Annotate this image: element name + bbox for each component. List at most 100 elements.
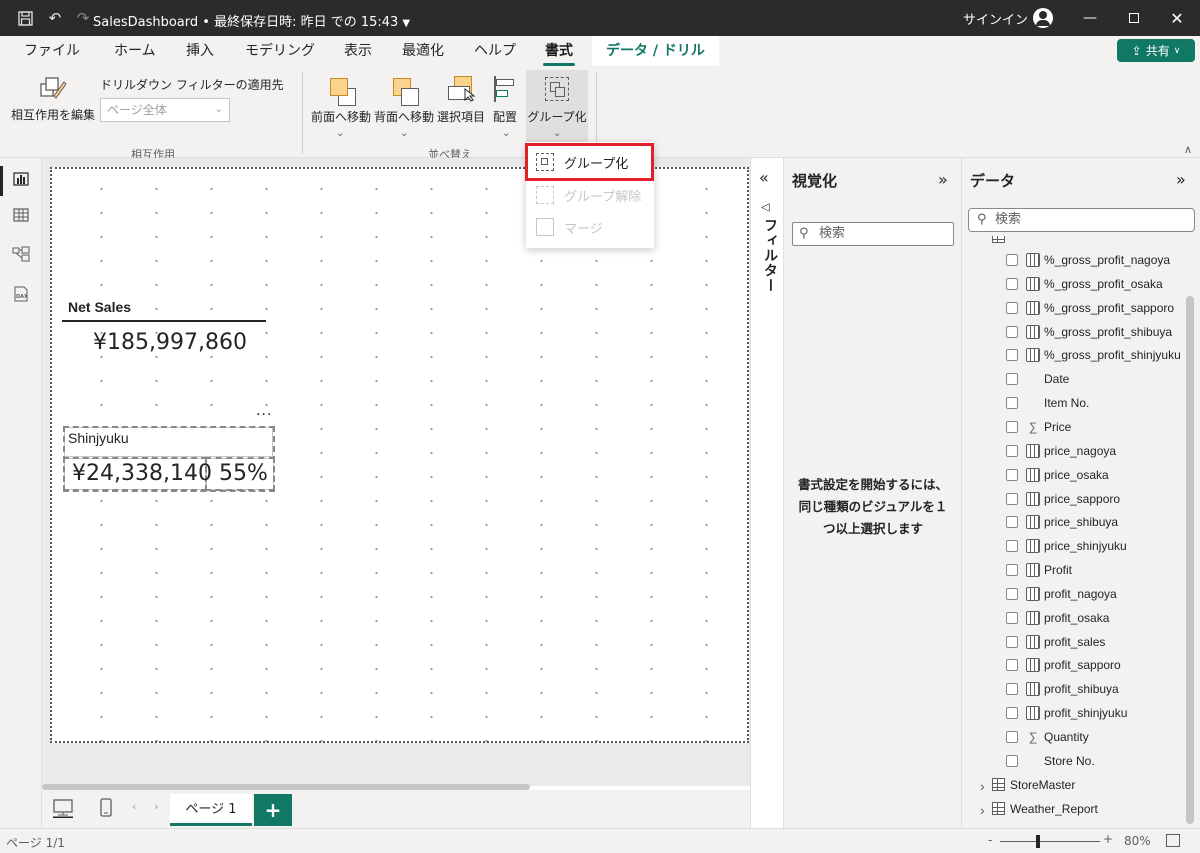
- field-row[interactable]: %_gross_profit_osaka: [962, 272, 1186, 296]
- close-button[interactable]: ✕: [1154, 0, 1200, 36]
- field-row[interactable]: price_osaka: [962, 463, 1186, 487]
- page-tab-1[interactable]: ページ 1: [170, 794, 252, 826]
- chevron-right-icon[interactable]: ›: [980, 778, 985, 794]
- field-checkbox[interactable]: [1006, 468, 1018, 481]
- bring-forward-button[interactable]: 前面へ移動: [310, 74, 372, 125]
- zoom-slider-handle[interactable]: [1036, 835, 1040, 848]
- collapse-ribbon-icon[interactable]: ∧: [1184, 143, 1192, 156]
- minimize-button[interactable]: —: [1067, 0, 1113, 36]
- field-checkbox[interactable]: [1006, 301, 1018, 314]
- chevron-down-icon[interactable]: ⌄: [400, 128, 408, 139]
- field-row[interactable]: profit_sales: [962, 630, 1186, 654]
- zoom-level[interactable]: 80%: [1124, 834, 1151, 848]
- tab-file[interactable]: ファイル: [24, 40, 80, 66]
- field-checkbox[interactable]: [1006, 492, 1018, 505]
- table-row[interactable]: › Weather_Report: [962, 797, 1186, 821]
- field-row[interactable]: price_shinjyuku: [962, 534, 1186, 558]
- edit-interactions-button[interactable]: 相互作用を編集: [8, 74, 98, 123]
- expand-filter-icon[interactable]: «: [759, 168, 769, 187]
- report-view-icon[interactable]: [0, 166, 32, 196]
- field-checkbox[interactable]: [1006, 444, 1018, 457]
- zoom-in-button[interactable]: +: [1103, 832, 1113, 846]
- fit-to-page-icon[interactable]: [1166, 834, 1180, 847]
- field-checkbox[interactable]: [1006, 731, 1018, 743]
- field-checkbox[interactable]: [1006, 587, 1018, 600]
- zoom-slider[interactable]: [1000, 841, 1100, 842]
- field-row[interactable]: Date: [962, 367, 1186, 391]
- field-row[interactable]: Item No.: [962, 391, 1186, 415]
- field-checkbox[interactable]: [1006, 754, 1018, 767]
- field-row[interactable]: profit_sapporo: [962, 653, 1186, 677]
- field-row[interactable]: profit_shinjyuku: [962, 701, 1186, 725]
- collapse-data-icon[interactable]: »: [1176, 170, 1186, 189]
- field-checkbox[interactable]: [1006, 397, 1018, 410]
- desktop-layout-icon[interactable]: [52, 798, 74, 821]
- tab-modeling[interactable]: モデリング: [245, 40, 315, 66]
- menu-item-merge[interactable]: マージ: [536, 212, 603, 242]
- field-checkbox[interactable]: [1006, 325, 1018, 338]
- add-page-button[interactable]: +: [254, 794, 292, 826]
- field-checkbox[interactable]: [1006, 635, 1018, 648]
- share-button[interactable]: ⇪ 共有 ∨: [1117, 39, 1195, 62]
- menu-item-ungroup[interactable]: グループ解除: [536, 180, 641, 210]
- field-row[interactable]: price_sapporo: [962, 487, 1186, 511]
- filter-pane-label[interactable]: フィルター: [760, 218, 780, 293]
- field-checkbox[interactable]: [1006, 254, 1018, 266]
- model-view-icon[interactable]: [10, 246, 32, 268]
- card-net-sales-value[interactable]: ¥185,997,860: [93, 330, 247, 355]
- group-button[interactable]: グループ化: [526, 74, 588, 125]
- visualization-search-input[interactable]: ⚲ 検索: [792, 222, 954, 246]
- field-checkbox[interactable]: [1006, 564, 1018, 577]
- mobile-layout-icon[interactable]: [100, 798, 112, 821]
- next-page-icon[interactable]: ›: [154, 800, 158, 813]
- field-checkbox[interactable]: [1006, 540, 1018, 553]
- table-row-sales[interactable]: [962, 236, 1186, 248]
- field-checkbox[interactable]: [1006, 516, 1018, 529]
- tab-help[interactable]: ヘルプ: [474, 40, 516, 66]
- maximize-button[interactable]: [1111, 0, 1157, 36]
- field-row[interactable]: profit_osaka: [962, 606, 1186, 630]
- signin-link[interactable]: サインイン: [963, 0, 1028, 36]
- field-row[interactable]: Profit: [962, 558, 1186, 582]
- field-checkbox[interactable]: [1006, 349, 1018, 362]
- tab-view[interactable]: 表示: [344, 40, 372, 66]
- field-row[interactable]: price_shibuya: [962, 510, 1186, 534]
- field-row[interactable]: %_gross_profit_nagoya: [962, 248, 1186, 272]
- field-row[interactable]: profit_nagoya: [962, 582, 1186, 606]
- field-checkbox[interactable]: [1006, 420, 1018, 433]
- field-checkbox[interactable]: [1006, 707, 1018, 720]
- dax-query-view-icon[interactable]: DAX: [10, 286, 32, 308]
- tab-format[interactable]: 書式: [543, 40, 575, 66]
- field-row[interactable]: %_gross_profit_shibuya: [962, 320, 1186, 344]
- prev-page-icon[interactable]: ‹: [132, 800, 136, 813]
- data-search-input[interactable]: ⚲ 検索: [968, 208, 1195, 232]
- field-row[interactable]: ∑ Quantity: [962, 725, 1186, 749]
- avatar[interactable]: [1033, 8, 1053, 28]
- tab-home[interactable]: ホーム: [114, 40, 156, 66]
- field-checkbox[interactable]: [1006, 683, 1018, 696]
- field-row[interactable]: profit_shibuya: [962, 677, 1186, 701]
- field-checkbox[interactable]: [1006, 611, 1018, 624]
- tab-insert[interactable]: 挿入: [186, 40, 214, 66]
- field-checkbox[interactable]: [1006, 373, 1018, 386]
- field-row[interactable]: %_gross_profit_sapporo: [962, 296, 1186, 320]
- chevron-down-icon[interactable]: ⌄: [553, 128, 561, 139]
- drill-filter-select[interactable]: ページ全体 ⌄: [100, 98, 230, 122]
- more-options-icon[interactable]: ...: [256, 403, 272, 419]
- vertical-scrollbar[interactable]: [1186, 296, 1194, 824]
- field-row[interactable]: %_gross_profit_shinjyuku: [962, 343, 1186, 367]
- field-row[interactable]: price_nagoya: [962, 439, 1186, 463]
- field-checkbox[interactable]: [1006, 277, 1018, 290]
- zoom-out-button[interactable]: -: [988, 833, 992, 847]
- send-backward-button[interactable]: 背面へ移動: [373, 74, 435, 125]
- window-title[interactable]: SalesDashboard • 最終保存日時: 昨日 での 15:43 ▼: [93, 11, 410, 30]
- field-row[interactable]: Store No.: [962, 749, 1186, 773]
- chevron-down-icon[interactable]: ⌄: [336, 128, 344, 139]
- tab-data-drill[interactable]: データ / ドリル: [592, 36, 719, 66]
- chevron-right-icon[interactable]: ›: [980, 802, 985, 818]
- align-button[interactable]: 配置: [488, 74, 522, 125]
- tab-optimize[interactable]: 最適化: [402, 40, 444, 66]
- field-checkbox[interactable]: [1006, 659, 1018, 672]
- field-row[interactable]: ∑ Price: [962, 415, 1186, 439]
- save-icon[interactable]: [10, 0, 40, 36]
